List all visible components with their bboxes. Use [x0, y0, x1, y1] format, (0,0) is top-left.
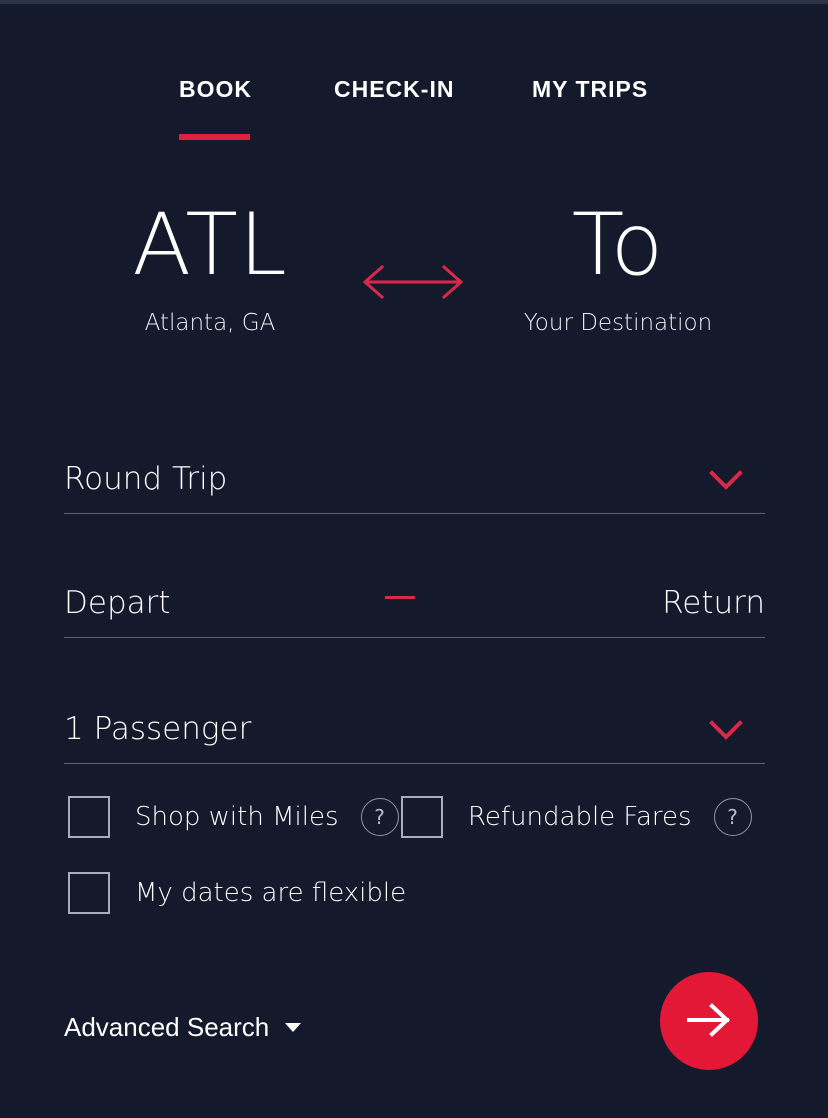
destination-field[interactable]: To Your Destination: [468, 202, 768, 336]
option-label: Refundable Fares: [468, 802, 692, 832]
tab-my-trips[interactable]: MY TRIPS: [532, 76, 648, 103]
booking-widget: BOOK CHECK-IN MY TRIPS ATL Atlanta, GA T…: [0, 4, 828, 1118]
tab-book[interactable]: BOOK: [179, 76, 252, 103]
checkbox-refundable-fares[interactable]: [401, 796, 443, 838]
tab-bar: BOOK CHECK-IN MY TRIPS: [0, 76, 828, 146]
checkbox-shop-with-miles[interactable]: [68, 796, 110, 838]
advanced-search-toggle[interactable]: Advanced Search: [64, 1012, 302, 1043]
option-label: Shop with Miles: [135, 802, 339, 832]
active-tab-indicator: [179, 134, 250, 140]
arrow-right-icon: [683, 1000, 735, 1043]
date-range-separator: [385, 596, 415, 599]
checkbox-flexible-dates[interactable]: [68, 872, 110, 914]
help-icon[interactable]: ?: [713, 798, 752, 836]
return-date-label[interactable]: Return: [662, 585, 765, 621]
passenger-select[interactable]: 1 Passenger: [64, 686, 765, 764]
option-shop-with-miles[interactable]: Shop with Miles ?: [68, 796, 399, 838]
advanced-search-label: Advanced Search: [64, 1012, 270, 1042]
option-refundable-fares[interactable]: Refundable Fares ?: [401, 796, 752, 838]
caret-down-icon: [285, 1023, 302, 1032]
chevron-down-icon: [709, 719, 743, 741]
passenger-value: 1 Passenger: [64, 711, 252, 747]
destination-code: To: [571, 195, 665, 295]
origin-field[interactable]: ATL Atlanta, GA: [60, 202, 360, 336]
origin-code: ATL: [132, 195, 288, 295]
tab-check-in[interactable]: CHECK-IN: [334, 76, 454, 103]
route-selector: ATL Atlanta, GA To Your Destination: [0, 202, 828, 377]
chevron-down-icon: [709, 469, 743, 491]
dates-field[interactable]: Depart Return: [64, 560, 765, 638]
option-label: My dates are flexible: [135, 878, 407, 908]
trip-type-value: Round Trip: [64, 461, 228, 497]
trip-type-select[interactable]: Round Trip: [64, 436, 765, 514]
search-submit-button[interactable]: [660, 972, 758, 1070]
help-icon[interactable]: ?: [360, 798, 399, 836]
option-flexible-dates[interactable]: My dates are flexible: [68, 872, 406, 914]
depart-date-label[interactable]: Depart: [64, 585, 171, 621]
origin-city: Atlanta, GA: [144, 310, 276, 336]
destination-city: Your Destination: [523, 310, 713, 336]
swap-horizontal-icon[interactable]: [358, 254, 468, 310]
